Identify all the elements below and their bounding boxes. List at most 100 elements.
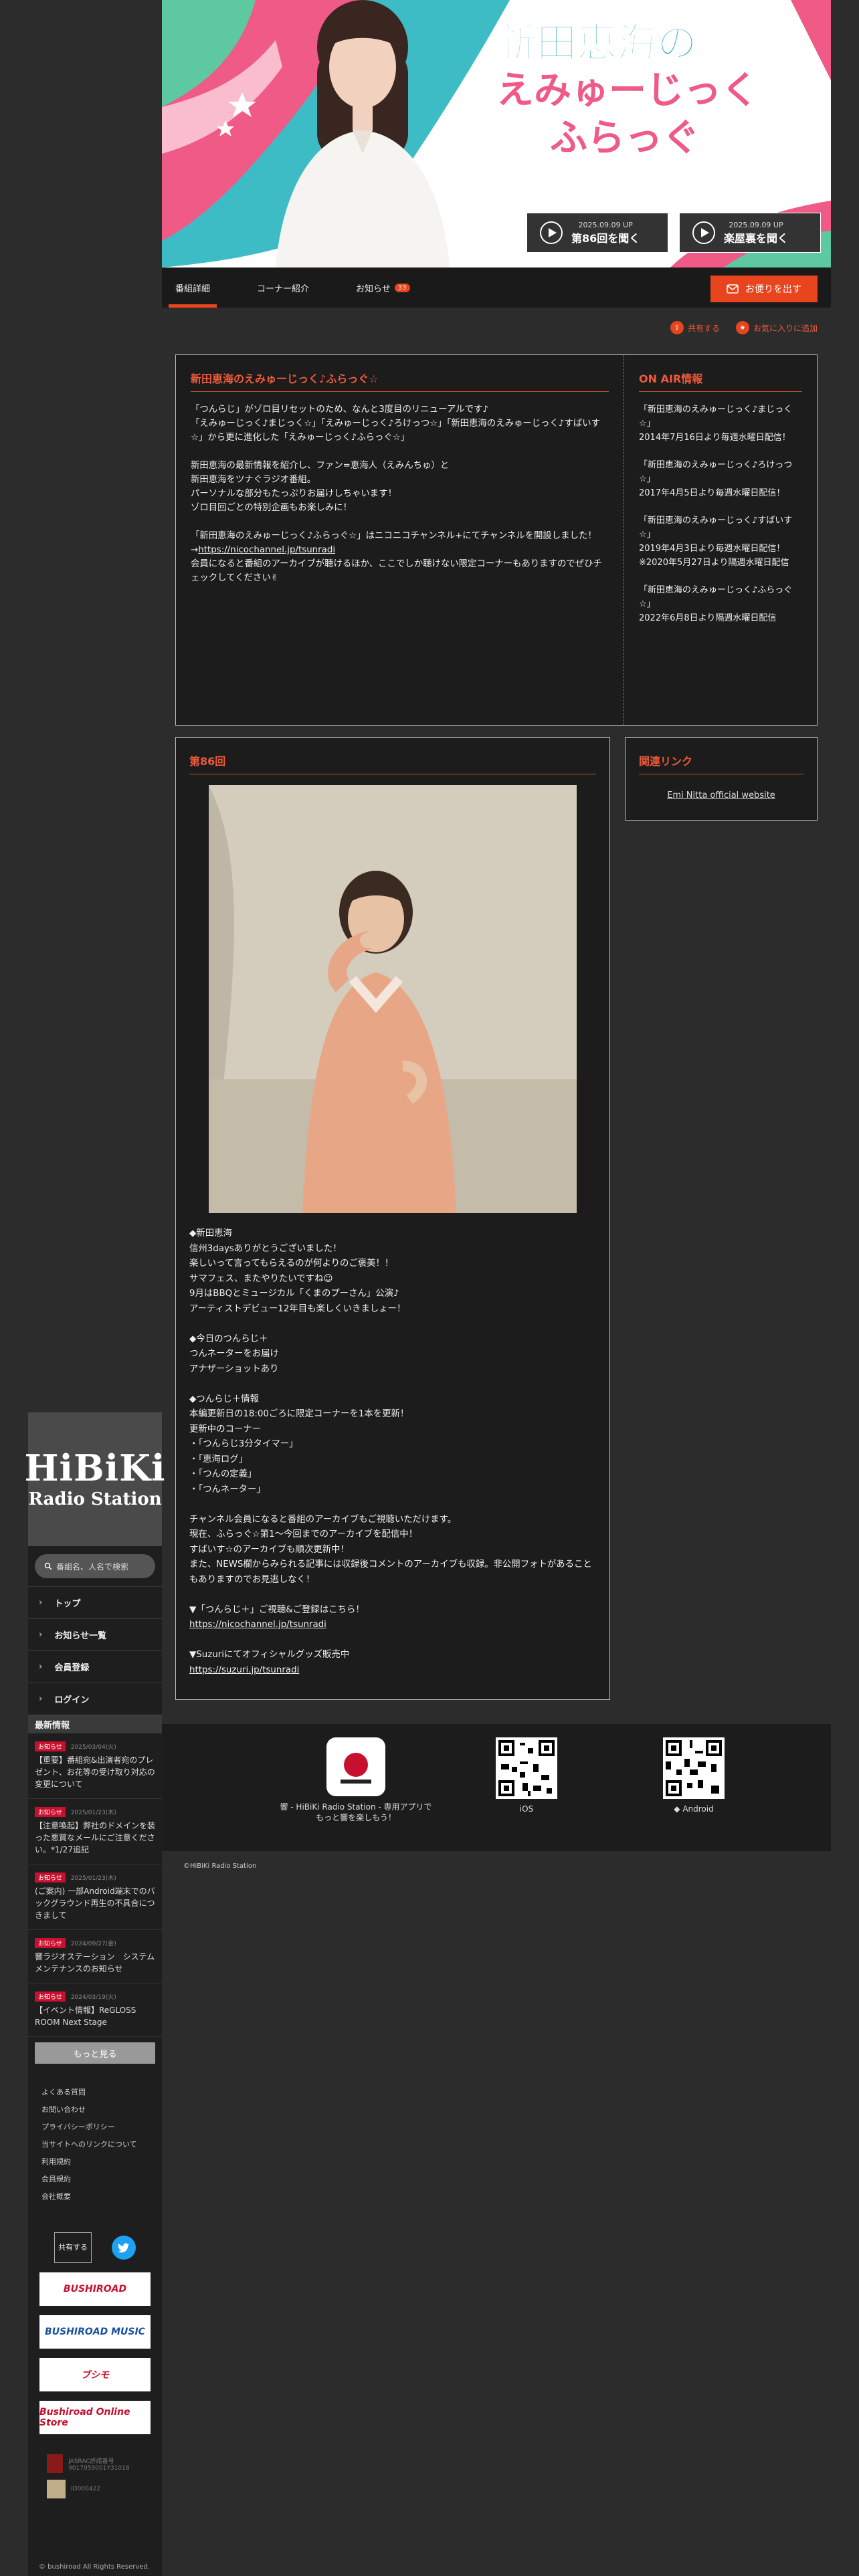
footer-links: よくある質問 お問い合わせ プライバシーポリシー 当サイトへのリンクについて 利… [28, 2084, 162, 2206]
news-item[interactable]: お知らせ 2024/09/27(金) 響ラジオステーション システムメンテナンスの… [28, 1930, 162, 1983]
program-tabs: 番組詳細 コーナー紹介 お知らせ 33 お便りを出す [162, 267, 831, 308]
search-placeholder: 番組名、人名で検索 [56, 1562, 129, 1572]
footer-link-linking[interactable]: 当サイトへのリンクについて [41, 2136, 162, 2153]
suzuri-link[interactable]: https://suzuri.jp/tsunradi [189, 1665, 299, 1675]
chevron-right-icon: › [39, 1598, 43, 1608]
episode-photo [209, 785, 577, 1213]
tab-program-detail[interactable]: 番組詳細 [168, 267, 217, 308]
logo-subtext: Radio Station [28, 1489, 162, 1509]
nextone-text: ID000422 [71, 2486, 100, 2492]
news-title: (ご案内) 一部Android端末でのバックグラウンド再生の不具合につきまして [35, 1887, 155, 1920]
footer-link-faq[interactable]: よくある質問 [41, 2084, 162, 2101]
android-label: ◆ Android [644, 1804, 744, 1814]
nicochannel-link[interactable]: https://nicochannel.jp/tsunradi [189, 1620, 326, 1630]
footer-link-company[interactable]: 会社概要 [41, 2188, 162, 2206]
onair-title: ON AIR情報 [639, 370, 802, 392]
episode-text2: ▼Suzuriにてオフィシャルグッズ販売中 [189, 1650, 350, 1660]
onair-entry: 「新田恵海のえみゅーじっく♪ろけっつ☆」 2017年4月5日より毎週水曜日配信！ [639, 460, 793, 498]
related-title: 関連リンク [639, 752, 803, 774]
nav-label: お知らせ一覧 [54, 1631, 107, 1641]
news-heading: 最新情報 [28, 1715, 162, 1733]
play-icon [692, 221, 715, 244]
bushiroad-banner[interactable]: BUSHIROAD [39, 2272, 151, 2306]
news-badge: お知らせ [35, 1872, 66, 1883]
footer-link-contact[interactable]: お問い合わせ [41, 2101, 162, 2119]
news-title: 【イベント情報】ReGLOSS ROOM Next Stage [35, 2006, 136, 2027]
tab-label: コーナー紹介 [257, 284, 310, 294]
nav-news-list[interactable]: › お知らせ一覧 [28, 1618, 162, 1650]
nav-login[interactable]: › ログイン [28, 1683, 162, 1715]
send-letter-button[interactable]: お便りを出す [710, 276, 818, 302]
site-copyright: ©HiBiKi Radio Station [183, 1862, 257, 1870]
nav-register[interactable]: › 会員登録 [28, 1650, 162, 1683]
episode-date: 2025.09.09 UP [578, 220, 633, 229]
program-hero-banner: 新田恵海の えみゅーじっく ふらっぐ 2025.09.09 UP 第86回を聞く … [162, 0, 831, 267]
nav-top[interactable]: › トップ [28, 1586, 162, 1618]
tab-label: お知らせ [356, 284, 391, 294]
hibiki-logo[interactable]: HiBiKi Radio Station [24, 1412, 165, 1546]
news-title: 【注意喚起】弊社のドメインを装った悪質なメールにご注意ください。*1/27追記 [35, 1821, 156, 1854]
bushiroad-music-banner[interactable]: BUSHIROAD MUSIC [39, 2315, 151, 2349]
nav-label: トップ [54, 1599, 81, 1609]
favorite-label: お気に入りに追加 [753, 323, 818, 333]
play-icon [540, 221, 563, 244]
program-description: 新田恵海のえみゅーじっく♪ふらっぐ☆ 「つんらじ」がゾロ目リセットのため、なんと… [176, 355, 624, 725]
official-website-link[interactable]: Emi Nitta official website [639, 790, 803, 800]
bushiroad-store-banner[interactable]: Bushiroad Online Store [39, 2401, 151, 2434]
search-input[interactable]: 番組名、人名で検索 [35, 1554, 155, 1578]
news-date: 2025/01/23(木) [70, 1810, 116, 1816]
tab-label: 番組詳細 [175, 284, 211, 294]
favorite-action[interactable]: ★ お気に入りに追加 [735, 321, 818, 334]
news-badge: お知らせ [35, 1741, 66, 1751]
listen-episode-button[interactable]: 2025.09.09 UP 第86回を聞く [527, 213, 668, 253]
news-date: 2025/01/23(木) [70, 1875, 116, 1882]
android-download[interactable]: ◆ Android [644, 1737, 744, 1814]
news-item[interactable]: お知らせ 2024/03/19(火) 【イベント情報】ReGLOSS ROOM N… [28, 1983, 162, 2037]
app-promo-text: 響 - HiBiKi Radio Station - 専用アプリで もっと響を楽… [280, 1802, 432, 1822]
news-title: 響ラジオステーション システムメンテナンスのお知らせ [35, 1952, 155, 1973]
ios-label: iOS [476, 1804, 577, 1814]
chevron-right-icon: › [39, 1694, 43, 1704]
left-sidebar: HiBiKi Radio Station 番組名、人名で検索 › トップ › お知ら… [24, 1412, 165, 2576]
footer-link-member-terms[interactable]: 会員規約 [41, 2171, 162, 2188]
nicochannel-link[interactable]: https://nicochannel.jp/tsunradi [198, 545, 335, 555]
footer-link-terms[interactable]: 利用規約 [41, 2153, 162, 2171]
android-icon: ◆ [674, 1804, 680, 1814]
bushimo-banner[interactable]: ブシモ [39, 2358, 151, 2391]
news-item[interactable]: お知らせ 2025/03/04(火) 【重要】番組宛&出演者宛のプレゼント、お花等… [28, 1733, 162, 1799]
twitter-icon[interactable] [112, 2236, 136, 2260]
share-label: 共有する [687, 323, 720, 333]
send-letter-label: お便りを出す [745, 284, 801, 295]
tab-notices[interactable]: お知らせ 33 [356, 267, 410, 308]
nav-label: ログイン [54, 1695, 90, 1705]
episode-title: 第86回 [189, 752, 596, 774]
app-promo[interactable]: 響 - HiBiKi Radio Station - 専用アプリで もっと響を楽… [266, 1737, 446, 1823]
related-links-box: 関連リンク Emi Nitta official website [625, 737, 818, 821]
license-info: JASRAC許諾番号 9017959001Y31018 ID000422 [28, 2454, 162, 2498]
mail-icon [727, 284, 739, 294]
share-button[interactable]: 共有する [54, 2232, 92, 2263]
program-description-text: 「つんらじ」がゾロ目リセットのため、なんと3度目のリニューアルです♪ 「えみゅー… [191, 405, 601, 555]
chevron-right-icon: › [39, 1662, 43, 1672]
hibiki-app-icon [326, 1737, 385, 1796]
chevron-right-icon: › [39, 1630, 43, 1640]
logo-text: HiBiKi [24, 1446, 166, 1489]
news-item[interactable]: お知らせ 2025/01/23(木) 【注意喚起】弊社のドメインを装った悪質なメー… [28, 1799, 162, 1864]
tab-corners[interactable]: コーナー紹介 [257, 267, 309, 308]
jasrac-logo [47, 2454, 64, 2473]
onair-entry: 「新田恵海のえみゅーじっく♪すばいす☆」 2019年4月3日より毎週水曜日配信！… [639, 516, 793, 568]
backstage-label: 楽屋裏を聞く [724, 231, 789, 245]
nav-label: 会員登録 [54, 1663, 90, 1673]
nextone-logo [47, 2480, 66, 2498]
news-date: 2024/03/19(火) [70, 1994, 116, 2001]
sidebar-copyright: © bushiroad All Rights Reserved. [39, 2563, 150, 2571]
news-badge: お知らせ [35, 1807, 66, 1817]
listen-backstage-button[interactable]: 2025.09.09 UP 楽屋裏を聞く [679, 213, 821, 253]
more-news-button[interactable]: もっと見る [35, 2042, 155, 2064]
footer-link-privacy[interactable]: プライバシーポリシー [41, 2119, 162, 2136]
news-item[interactable]: お知らせ 2025/01/23(木) (ご案内) 一部Android端末でのバック… [28, 1864, 162, 1930]
ios-download[interactable]: iOS [476, 1737, 577, 1814]
share-action[interactable]: ⇪ 共有する [670, 321, 720, 334]
news-date: 2025/03/04(火) [70, 1744, 116, 1751]
share-icon: ⇪ [670, 321, 684, 334]
